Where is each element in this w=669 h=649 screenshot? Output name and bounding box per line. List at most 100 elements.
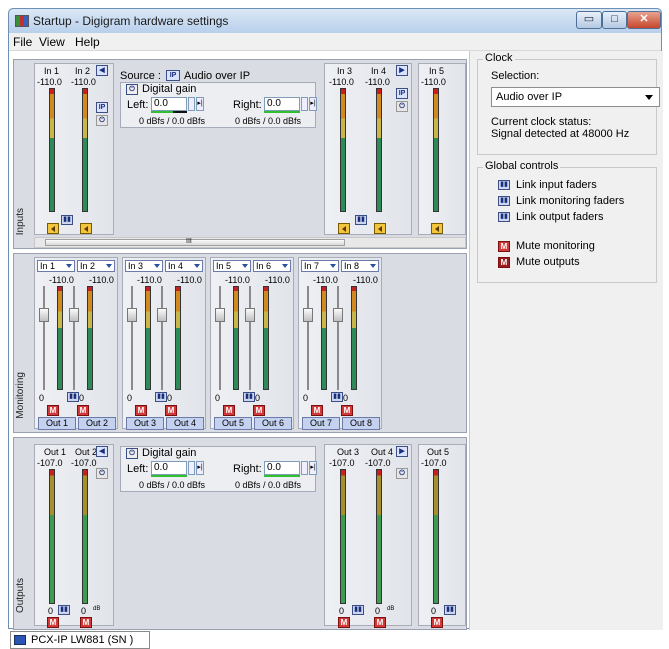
scroll-right-icon[interactable]: ▶ xyxy=(396,65,408,76)
gain-power-icon[interactable]: ⏻ xyxy=(126,448,138,459)
ip-icon[interactable]: IP xyxy=(96,102,108,113)
link-icon[interactable]: ▮▮ xyxy=(355,215,367,225)
scrollbar-thumb[interactable]: III xyxy=(45,238,345,246)
mute-button[interactable]: M xyxy=(135,405,147,416)
mute-monitoring-icon[interactable]: M xyxy=(498,241,510,252)
right-gain-input[interactable]: 0.0 xyxy=(264,97,300,111)
output-assign-button[interactable]: Out 4 xyxy=(166,417,204,430)
output-assign-button[interactable]: Out 5 xyxy=(214,417,252,430)
clock-source-select[interactable]: Audio over IP xyxy=(491,87,660,107)
menu-file[interactable]: File xyxy=(13,35,32,49)
monitoring-fader[interactable] xyxy=(303,308,313,322)
link-icon[interactable]: ▮▮ xyxy=(352,605,364,615)
output-assign-icon[interactable] xyxy=(80,223,92,234)
output-assign-button[interactable]: Out 7 xyxy=(302,417,340,430)
right-gain-spinner[interactable] xyxy=(301,97,308,111)
power-icon[interactable]: ⏻ xyxy=(396,468,408,479)
menu-help[interactable]: Help xyxy=(75,35,100,49)
clock-status-value: Signal detected at 48000 Hz xyxy=(491,128,630,140)
monitoring-fader[interactable] xyxy=(39,308,49,322)
menu-view[interactable]: View xyxy=(39,35,65,49)
output-assign-icon[interactable] xyxy=(431,223,443,234)
link-input-faders-icon[interactable]: ▮▮ xyxy=(498,180,510,190)
monitoring-fader[interactable] xyxy=(127,308,137,322)
mute-outputs-label[interactable]: Mute outputs xyxy=(516,256,580,268)
close-button[interactable]: ✕ xyxy=(627,11,661,29)
scroll-left-icon[interactable]: ◀ xyxy=(96,446,108,457)
mute-monitoring-label[interactable]: Mute monitoring xyxy=(516,240,595,252)
monitoring-fader[interactable] xyxy=(245,308,255,322)
power-icon[interactable]: ⏻ xyxy=(396,101,408,112)
scroll-left-icon[interactable]: ◀ xyxy=(96,65,108,76)
right-gain-input[interactable]: 0.0 xyxy=(264,461,300,475)
mute-button[interactable]: M xyxy=(253,405,265,416)
outputs-section-label: Outputs xyxy=(15,578,26,614)
minimize-button[interactable]: ▭ xyxy=(576,11,602,29)
monitoring-fader[interactable] xyxy=(333,308,343,322)
left-gain-reset-icon[interactable]: ▸| xyxy=(196,97,204,111)
monitoring-source-dropdown[interactable]: In 5 xyxy=(213,260,251,272)
inputs-horizontal-scrollbar[interactable]: III xyxy=(34,237,466,248)
mute-button[interactable]: M xyxy=(80,617,92,628)
left-gain-reset-icon[interactable]: ▸| xyxy=(196,461,204,475)
link-icon[interactable]: ▮▮ xyxy=(61,215,73,225)
left-gain-spinner[interactable] xyxy=(188,461,195,475)
right-gain-reset-icon[interactable]: ▸| xyxy=(309,461,317,475)
power-icon[interactable]: ⏻ xyxy=(96,468,108,479)
outputs-panel: Outputs Out 1 Out 2 ◀ -107.0 -107.0 ⏻ 0 … xyxy=(13,437,467,630)
output-assign-button[interactable]: Out 8 xyxy=(342,417,380,430)
left-gain-input[interactable]: 0.0 xyxy=(151,97,187,111)
link-icon[interactable]: ▮▮ xyxy=(331,392,343,402)
output-assign-icon[interactable] xyxy=(47,223,59,234)
maximize-button[interactable]: □ xyxy=(602,11,627,29)
power-icon[interactable]: ⏻ xyxy=(96,115,108,126)
link-icon[interactable]: ▮▮ xyxy=(155,392,167,402)
link-icon[interactable]: ▮▮ xyxy=(243,392,255,402)
link-icon[interactable]: ▮▮ xyxy=(67,392,79,402)
mute-button[interactable]: M xyxy=(47,405,59,416)
link-monitoring-faders-icon[interactable]: ▮▮ xyxy=(498,196,510,206)
output-assign-icon[interactable] xyxy=(374,223,386,234)
monitoring-source-dropdown[interactable]: In 4 xyxy=(165,260,203,272)
link-icon[interactable]: ▮▮ xyxy=(444,605,456,615)
link-output-faders-icon[interactable]: ▮▮ xyxy=(498,212,510,222)
monitoring-source-dropdown[interactable]: In 1 xyxy=(37,260,75,272)
client-area: Inputs In 1 In 2 ◀ -110.0 -110.0 IP ⏻ ▮▮… xyxy=(9,51,663,649)
monitoring-source-dropdown[interactable]: In 2 xyxy=(77,260,115,272)
link-output-faders-label[interactable]: Link output faders xyxy=(516,211,603,223)
mute-button[interactable]: M xyxy=(374,617,386,628)
output-assign-button[interactable]: Out 2 xyxy=(78,417,116,430)
monitoring-source-dropdown[interactable]: In 7 xyxy=(301,260,339,272)
output-assign-icon[interactable] xyxy=(338,223,350,234)
right-gain-reset-icon[interactable]: ▸| xyxy=(309,97,317,111)
output-assign-button[interactable]: Out 1 xyxy=(38,417,76,430)
mute-button[interactable]: M xyxy=(338,617,350,628)
monitoring-fader[interactable] xyxy=(69,308,79,322)
scroll-right-icon[interactable]: ▶ xyxy=(396,446,408,457)
mute-button[interactable]: M xyxy=(223,405,235,416)
link-input-faders-label[interactable]: Link input faders xyxy=(516,179,597,191)
device-tab[interactable]: PCX-IP LW881 (SN ) xyxy=(10,631,150,649)
link-monitoring-faders-label[interactable]: Link monitoring faders xyxy=(516,195,624,207)
mute-button[interactable]: M xyxy=(77,405,89,416)
mute-button[interactable]: M xyxy=(47,617,59,628)
left-gain-spinner[interactable] xyxy=(188,97,195,111)
mute-button[interactable]: M xyxy=(165,405,177,416)
mute-button[interactable]: M xyxy=(311,405,323,416)
monitoring-source-dropdown[interactable]: In 6 xyxy=(253,260,291,272)
left-dbfs: 0 dBfs / 0.0 dBfs xyxy=(139,116,206,126)
mute-button[interactable]: M xyxy=(341,405,353,416)
left-gain-input[interactable]: 0.0 xyxy=(151,461,187,475)
monitoring-fader[interactable] xyxy=(157,308,167,322)
link-icon[interactable]: ▮▮ xyxy=(58,605,70,615)
mute-outputs-icon[interactable]: M xyxy=(498,257,510,268)
gain-power-icon[interactable]: ⏻ xyxy=(126,84,138,95)
monitoring-fader[interactable] xyxy=(215,308,225,322)
output-assign-button[interactable]: Out 6 xyxy=(254,417,292,430)
monitoring-source-dropdown[interactable]: In 3 xyxy=(125,260,163,272)
right-gain-spinner[interactable] xyxy=(301,461,308,475)
output-assign-button[interactable]: Out 3 xyxy=(126,417,164,430)
monitoring-source-dropdown[interactable]: In 8 xyxy=(341,260,379,272)
ip-icon[interactable]: IP xyxy=(396,88,408,99)
mute-button[interactable]: M xyxy=(431,617,443,628)
